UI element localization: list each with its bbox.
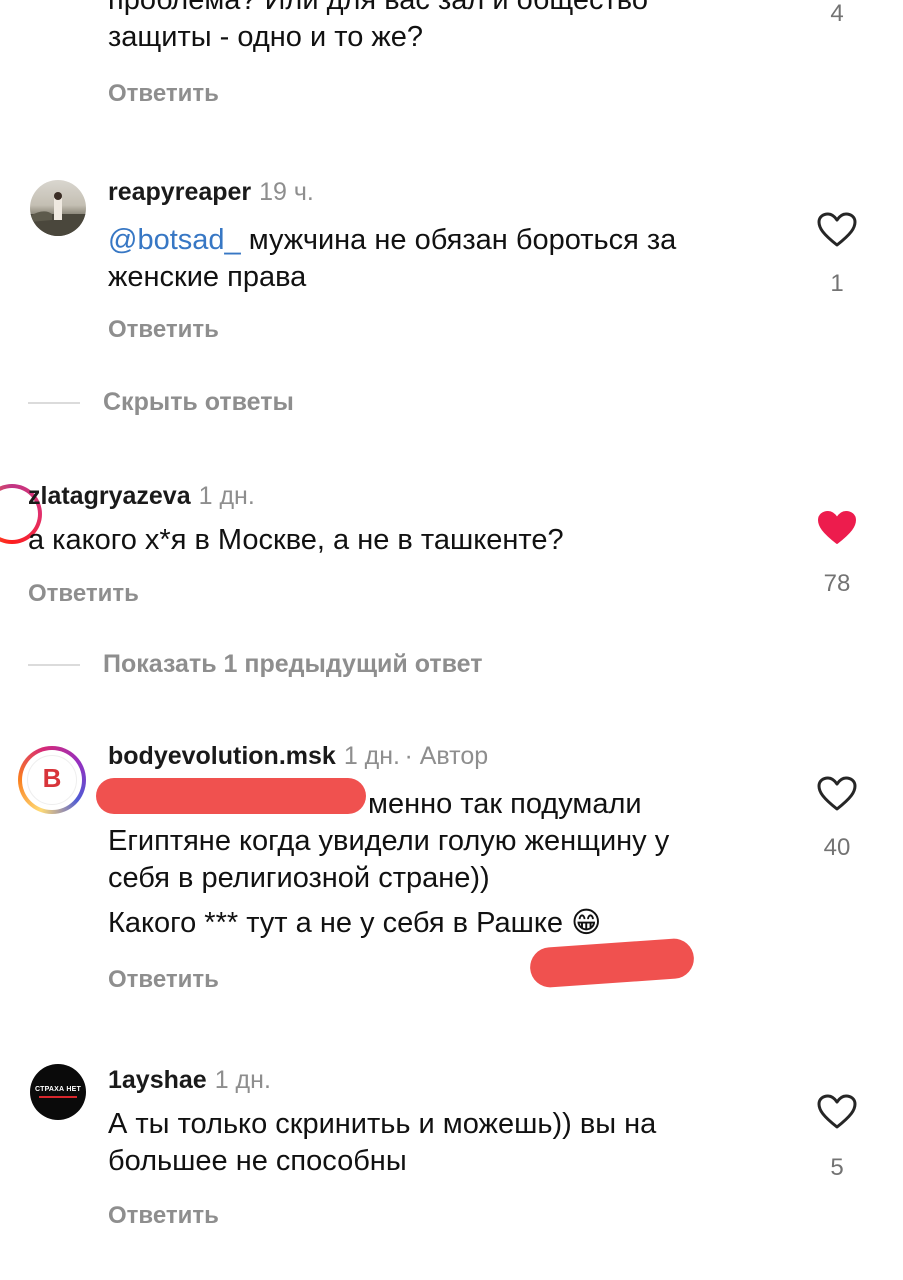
avatar[interactable]: СТРАХА НЕТ — [30, 1064, 86, 1120]
like-count: 4 — [830, 0, 844, 27]
username[interactable]: reapyreaper — [108, 178, 251, 206]
comment-header: reapyreaper 19 ч. — [108, 178, 314, 207]
comment-text: а какого х*я в Москве, а не в ташкенте? — [28, 524, 564, 556]
like-count[interactable]: 1 — [812, 270, 862, 298]
redaction-mark — [528, 937, 696, 989]
reply-button[interactable]: Ответить — [108, 966, 219, 994]
grin-emoji: 😁 — [571, 907, 602, 939]
timestamp: 1 дн. — [214, 1066, 271, 1094]
hide-replies-button[interactable]: Скрыть ответы — [103, 388, 294, 417]
divider-line — [28, 402, 80, 404]
avatar[interactable] — [30, 180, 86, 236]
comment-text: @botsad_ мужчина не обязан бороться за ж… — [108, 224, 677, 293]
avatar[interactable]: B — [18, 746, 86, 814]
heart-icon[interactable] — [817, 776, 857, 812]
comment-header: bodyevolution.msk 1 дн. · Автор — [108, 742, 488, 771]
avatar-logo: B — [42, 763, 62, 793]
comment-header: 1ayshae 1 дн. — [108, 1066, 271, 1095]
timestamp: 1 дн. — [343, 742, 401, 770]
heart-filled-icon[interactable] — [817, 510, 857, 546]
avatar-logo: СТРАХА НЕТ — [35, 1086, 81, 1093]
mention-link[interactable]: @botsad_ — [108, 224, 241, 256]
heart-icon[interactable] — [817, 1094, 857, 1130]
timestamp: 19 ч. — [259, 178, 314, 206]
username[interactable]: 1ayshae — [108, 1066, 207, 1094]
avatar-photo-icon — [30, 192, 86, 236]
reply-button[interactable]: Ответить — [108, 1202, 219, 1230]
like-count[interactable]: 5 — [812, 1154, 862, 1182]
reply-button[interactable]: Ответить — [28, 580, 139, 608]
timestamp: 1 дн. — [198, 482, 255, 510]
heart-icon[interactable] — [817, 212, 857, 248]
author-badge: · Автор — [404, 742, 489, 770]
like-count[interactable]: 78 — [812, 570, 862, 598]
show-previous-replies-button[interactable]: Показать 1 предыдущий ответ — [103, 650, 482, 679]
comment-text: А ты только скринитьь и можешь)) вы на б… — [108, 1108, 657, 1177]
comment-header: zlatagryazeva 1 дн. — [28, 482, 255, 511]
reply-button[interactable]: Ответить — [108, 316, 219, 344]
divider-line — [28, 664, 80, 666]
comment-text: менно так подумали Египтяне когда увидел… — [108, 788, 670, 939]
reply-button[interactable]: Ответить — [108, 80, 219, 108]
like-count[interactable]: 40 — [812, 834, 862, 862]
username[interactable]: zlatagryazeva — [28, 482, 191, 510]
comment-text: проблема? Или для вас зал и общество защ… — [108, 0, 649, 53]
username[interactable]: bodyevolution.msk — [108, 742, 336, 770]
